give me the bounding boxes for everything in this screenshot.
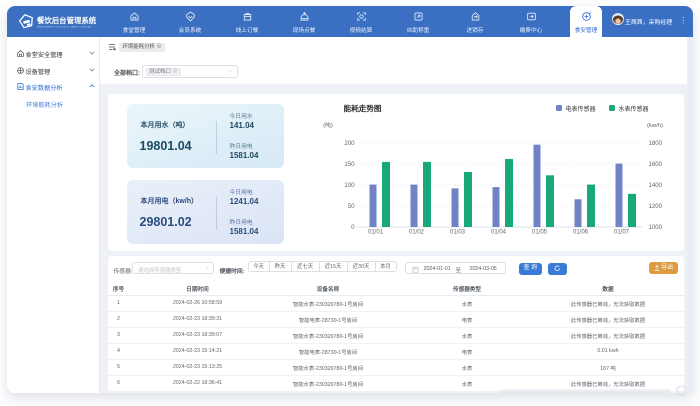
svg-text:(吨): (吨): [323, 121, 333, 129]
svg-text:01/02: 01/02: [408, 230, 424, 236]
svg-text:1800: 1800: [648, 140, 662, 147]
svg-text:100: 100: [344, 182, 355, 189]
svg-text:1200: 1200: [648, 203, 662, 210]
svg-text:0: 0: [351, 224, 355, 231]
svg-text:(kw/h): (kw/h): [646, 123, 662, 129]
svg-text:150: 150: [344, 161, 355, 168]
svg-text:01/04: 01/04: [490, 230, 506, 236]
svg-text:50: 50: [347, 203, 354, 210]
svg-text:1600: 1600: [648, 161, 662, 168]
svg-text:01/07: 01/07: [613, 230, 629, 236]
svg-text:01/05: 01/05: [531, 230, 547, 236]
svg-text:1000: 1000: [648, 224, 662, 231]
svg-text:200: 200: [344, 140, 355, 147]
svg-text:01/06: 01/06: [572, 230, 588, 236]
svg-text:01/03: 01/03: [449, 230, 465, 236]
svg-text:01/01: 01/01: [367, 230, 383, 236]
svg-text:1400: 1400: [648, 182, 662, 189]
